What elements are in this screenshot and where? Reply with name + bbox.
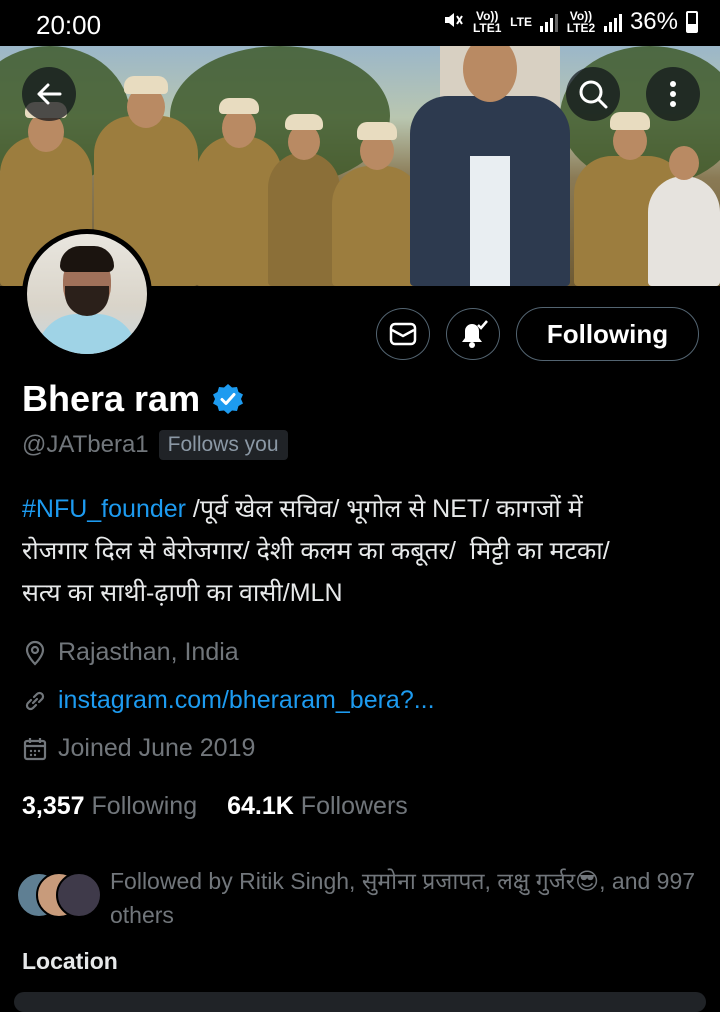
signal-bars-2-icon (603, 12, 622, 32)
banner-person (268, 114, 340, 286)
following-button[interactable]: Following (516, 307, 699, 361)
status-bar: 20:00 Vo)) LTE1 LTE Vo)) LTE2 36% (0, 0, 720, 46)
following-count-link[interactable]: 3,357 Following (22, 792, 197, 821)
back-button[interactable] (22, 67, 76, 121)
location-pin-icon (25, 640, 45, 666)
bell-check-icon (462, 320, 488, 348)
signal-bars-icon (539, 12, 558, 32)
notifications-button[interactable] (446, 308, 500, 360)
battery-percent: 36% (629, 8, 678, 35)
banner-person (648, 146, 720, 286)
avatar-image (27, 234, 147, 354)
handle-row: @JATbera1 Follows you (22, 430, 288, 460)
mutual-avatar (56, 872, 102, 918)
followed-by-row[interactable]: Followed by Ritik Singh, सुमोना प्रजापत,… (16, 864, 706, 932)
banner-person (332, 122, 422, 286)
calendar-icon (23, 737, 47, 760)
bio-line-1: /पूर्व खेल सचिव/ भूगोल से NET/ कागजों मे… (185, 495, 583, 523)
location-section-heading: Location (22, 948, 118, 974)
more-button[interactable] (646, 67, 700, 121)
follow-counts: 3,357 Following 64.1K Followers (22, 792, 408, 821)
follows-you-badge: Follows you (158, 430, 288, 460)
followers-count-link[interactable]: 64.1K Followers (227, 792, 408, 821)
profile-handle: @JATbera1 (22, 431, 149, 458)
profile-website-link[interactable]: instagram.com/bheraram_bera?... (58, 686, 435, 715)
profile-location: Rajasthan, India (58, 638, 239, 666)
following-count: 3,357 (22, 792, 85, 820)
avatar[interactable] (22, 229, 152, 359)
profile-name-row: Bhera ram (22, 378, 244, 420)
followed-by-avatars (16, 872, 102, 918)
profile-bio: #NFU_founder /पूर्व खेल सचिव/ भूगोल से N… (22, 488, 702, 614)
status-time: 20:00 (36, 10, 102, 40)
profile-joined: Joined June 2019 (58, 734, 256, 762)
lte-label: LTE (510, 15, 532, 29)
sim1-label: Vo)) LTE1 (472, 9, 502, 35)
bio-line-2: रोजगार दिल से बेरोजगार/ देशी कलम का कबूत… (22, 537, 610, 565)
status-icons: Vo)) LTE1 LTE Vo)) LTE2 36% (442, 8, 698, 36)
bio-hashtag-link[interactable]: #NFU_founder (22, 495, 186, 523)
location-card[interactable] (14, 992, 706, 1012)
location-row: Rajasthan, India (22, 638, 239, 667)
verified-badge-icon[interactable] (212, 383, 244, 415)
joined-row: Joined June 2019 (22, 734, 255, 763)
profile-name: Bhera ram (22, 378, 201, 419)
mute-icon (442, 9, 464, 36)
website-row: instagram.com/bheraram_bera?... (22, 686, 435, 715)
following-count-label: Following (91, 792, 198, 820)
banner-person (410, 46, 570, 286)
bio-line-3: सत्य का साथी-ढ़ाणी का वासी/MLN (22, 579, 343, 607)
envelope-icon (389, 322, 417, 346)
followed-by-text: Followed by Ritik Singh, सुमोना प्रजापत,… (110, 868, 696, 928)
followers-count-label: Followers (300, 792, 408, 820)
search-icon (579, 80, 608, 109)
more-vertical-icon (670, 81, 676, 107)
followers-count: 64.1K (227, 792, 294, 820)
search-button[interactable] (566, 67, 620, 121)
battery-icon (686, 11, 698, 33)
sim2-label: Vo)) LTE2 (566, 9, 596, 35)
message-button[interactable] (376, 308, 430, 360)
link-icon (25, 691, 45, 710)
arrow-left-icon (37, 83, 62, 105)
